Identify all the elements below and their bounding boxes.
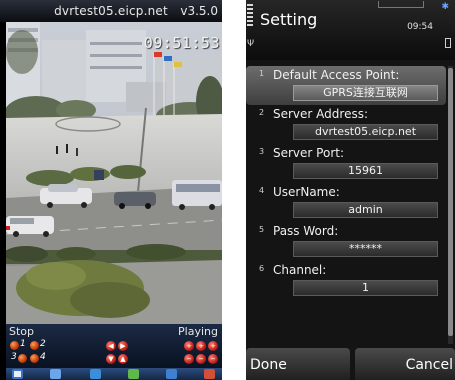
setting-label: UserName: [273,185,340,199]
video-viewer-screen: dvrtest05.eicp.net v3.5.0 09:51:53 Stop … [0,0,222,380]
scrollbar-thumb[interactable] [448,68,453,336]
setting-server-address[interactable]: 2 Server Address: dvrtest05.eicp.net [246,105,446,144]
done-button[interactable]: Done [246,348,350,380]
setting-label: Server Address: [273,107,368,121]
setting-index: 6 [259,264,265,273]
setting-server-port[interactable]: 3 Server Port: 15961 [246,144,446,183]
password-field[interactable]: ****** [293,241,438,257]
record-icon[interactable] [90,369,101,379]
channel-3-label: 3 [11,352,17,362]
done-label: Done [250,357,287,373]
top-indicator [378,1,424,8]
setting-index: 1 [259,69,265,78]
cancel-label: Cancel [405,357,453,373]
access-point-field[interactable]: GPRS连接互联网 [293,85,438,101]
setting-password[interactable]: 5 Pass Word: ****** [246,222,446,261]
snapshot-icon[interactable] [50,369,61,379]
settings-icon[interactable] [128,369,139,379]
iris-close-icon[interactable]: − [208,354,218,364]
viewer-toolbar [6,368,222,380]
antenna-icon: Ψ [247,39,255,49]
viewer-title-bar: dvrtest05.eicp.net v3.5.0 [0,0,222,22]
exit-icon[interactable] [204,369,215,379]
focus-out-icon[interactable]: − [196,354,206,364]
settings-list: 1 Default Access Point: GPRS连接互联网 2 Serv… [246,66,446,344]
battery-icon [445,38,451,48]
clock: 09:54 [407,22,433,32]
page-title: Setting [260,10,318,29]
playing-status: Playing [178,325,218,338]
channel-4-button[interactable] [30,354,39,363]
channel-3-button[interactable] [18,354,27,363]
pan-left-icon[interactable]: ◀ [106,341,116,351]
setting-label: Channel: [273,263,327,277]
camera-frame [6,22,222,324]
setting-index: 2 [259,108,265,117]
tilt-up-icon[interactable]: ▲ [118,354,128,364]
channel-1-label: 1 [20,339,26,349]
setting-index: 5 [259,225,265,234]
setting-label: Server Port: [273,146,344,160]
zoom-out-icon[interactable]: − [184,354,194,364]
username-field[interactable]: admin [293,202,438,218]
pan-right-icon[interactable]: ▶ [118,341,128,351]
setting-label: Default Access Point: [273,68,400,82]
stop-status[interactable]: Stop [9,325,34,338]
bluetooth-icon: ✱ [441,2,449,12]
channel-4-label: 4 [40,352,46,362]
video-feed[interactable]: 09:51:53 [6,22,222,324]
channel-2-label: 2 [40,339,46,349]
signal-strength-icon [247,4,253,28]
setting-access-point[interactable]: 1 Default Access Point: GPRS连接互联网 [246,66,446,105]
setting-username[interactable]: 4 UserName: admin [246,183,446,222]
cancel-button[interactable]: Cancel [355,348,455,380]
video-timestamp: 09:51:53 [143,34,220,52]
setting-channel[interactable]: 6 Channel: 1 [246,261,446,300]
focus-in-icon[interactable]: + [196,341,206,351]
stop-icon[interactable] [12,369,23,379]
channel-1-button[interactable] [10,341,19,350]
setting-index: 4 [259,186,265,195]
settings-screen: Ψ Setting 09:54 ✱ 1 Default Access Point… [246,0,455,380]
iris-open-icon[interactable]: + [208,341,218,351]
version-label: v3.5.0 [180,4,218,18]
setting-label: Pass Word: [273,224,339,238]
playback-control-bar: Stop Playing 1 2 3 4 ◀ ▶ ▼ ▲ + + + − − − [6,324,222,368]
zoom-in-icon[interactable]: + [184,341,194,351]
settings-status-bar: Ψ Setting 09:54 ✱ [246,0,455,60]
server-port-field[interactable]: 15961 [293,163,438,179]
channel-2-button[interactable] [30,341,39,350]
setting-index: 3 [259,147,265,156]
softkey-bar: Done Cancel [246,348,455,380]
channel-field[interactable]: 1 [293,280,438,296]
scrollbar[interactable] [448,66,453,344]
server-address-field[interactable]: dvrtest05.eicp.net [293,124,438,140]
info-icon[interactable] [166,369,177,379]
tilt-down-icon[interactable]: ▼ [106,354,116,364]
